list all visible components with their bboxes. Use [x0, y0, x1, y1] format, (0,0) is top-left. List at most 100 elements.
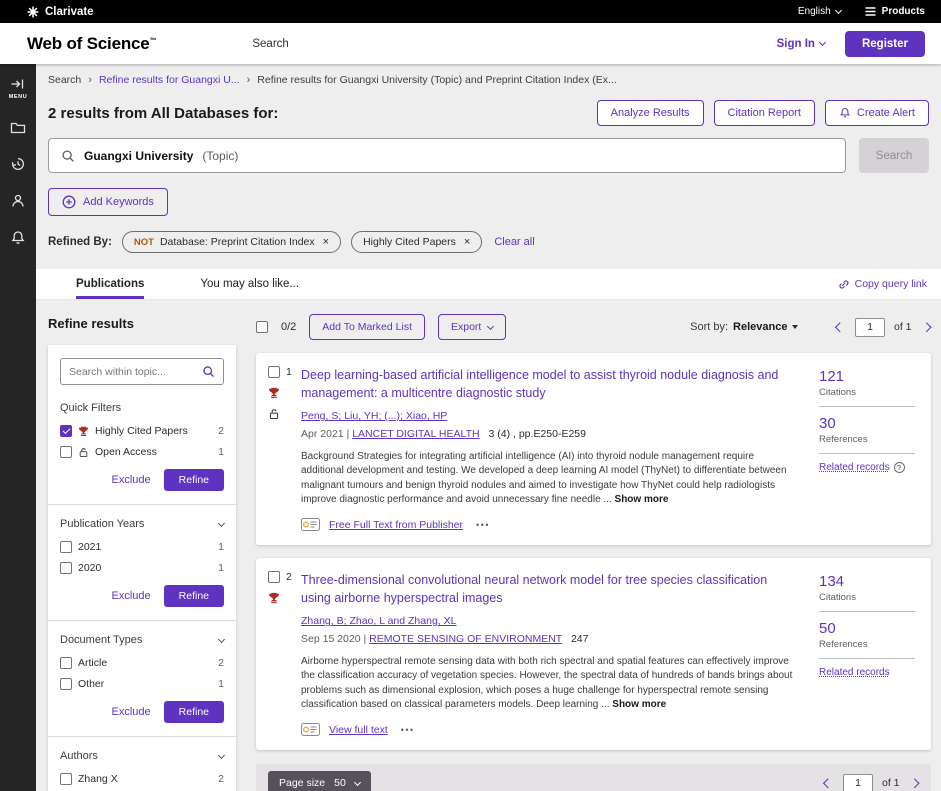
filter-item-author[interactable]: Zhang X 2: [60, 773, 224, 785]
related-records-link[interactable]: Related records: [819, 462, 890, 473]
previous-page-button[interactable]: [835, 322, 846, 333]
language-selector[interactable]: English: [798, 6, 841, 17]
result-authors: Peng, S; Liu, YH; (...); Xiao, HP: [301, 410, 797, 422]
related-records-link[interactable]: Related records: [819, 667, 890, 678]
page-size-value: 50: [334, 777, 346, 789]
citations-count[interactable]: 121: [819, 368, 844, 385]
filter-checkbox[interactable]: [60, 425, 72, 437]
remove-filter-icon[interactable]: ×: [321, 237, 329, 248]
sort-control[interactable]: Sort by: Relevance: [690, 321, 798, 333]
result-journal-link[interactable]: REMOTE SENSING OF ENVIRONMENT: [369, 633, 562, 645]
researcher-profile-icon[interactable]: [10, 193, 26, 209]
filter-item-2021[interactable]: 2021 1: [60, 541, 224, 553]
filter-item-other[interactable]: Other 1: [60, 678, 224, 690]
left-navigation-rail: MENU: [0, 64, 36, 791]
filter-item-article[interactable]: Article 2: [60, 657, 224, 669]
not-operator-label: NOT: [134, 237, 154, 248]
result-authors-link[interactable]: Zhang, B; Zhao, L and Zhang, XL: [301, 615, 456, 627]
more-actions-button[interactable]: •••: [472, 520, 494, 530]
search-within-topic-input[interactable]: [69, 366, 196, 378]
products-menu[interactable]: Products: [865, 6, 925, 17]
create-alert-button[interactable]: Create Alert: [825, 100, 929, 126]
copy-query-link[interactable]: Copy query link: [837, 278, 927, 291]
products-label: Products: [882, 6, 925, 17]
refine-button[interactable]: Refine: [164, 701, 224, 723]
next-page-button[interactable]: [909, 778, 920, 789]
show-more-link[interactable]: Show more: [615, 494, 669, 505]
breadcrumb-refine-link[interactable]: Refine results for Guangxi U...: [99, 74, 240, 86]
select-all-checkbox[interactable]: [256, 321, 268, 333]
filter-checkbox[interactable]: [60, 446, 72, 458]
filter-checkbox[interactable]: [60, 541, 72, 553]
language-label: English: [798, 6, 831, 17]
filter-checkbox[interactable]: [60, 678, 72, 690]
divider: [819, 658, 915, 659]
breadcrumb-search-link[interactable]: Search: [48, 74, 81, 86]
more-actions-button[interactable]: •••: [397, 725, 419, 735]
references-label: References: [819, 434, 915, 445]
result-checkbox[interactable]: [268, 366, 280, 378]
filter-checkbox[interactable]: [60, 773, 72, 785]
search-submit-button[interactable]: Search: [859, 138, 929, 173]
authors-section-header[interactable]: Authors: [60, 750, 224, 762]
search-history-icon[interactable]: [10, 156, 26, 172]
page-total-label: of 1: [894, 321, 912, 333]
full-text-link[interactable]: View full text: [329, 724, 388, 736]
add-keywords-button[interactable]: Add Keywords: [48, 188, 168, 216]
tab-you-may-also-like[interactable]: You may also like...: [200, 269, 299, 299]
filter-label: Highly Cited Papers: [95, 425, 212, 437]
search-query-input[interactable]: Guangxi University (Topic): [48, 138, 846, 173]
citations-count[interactable]: 134: [819, 573, 844, 590]
export-button[interactable]: Export: [438, 314, 506, 340]
clarivate-brand[interactable]: Clarivate: [27, 6, 94, 18]
citation-report-button[interactable]: Citation Report: [714, 100, 815, 126]
web-of-science-logo[interactable]: Web of Science™: [27, 34, 156, 54]
help-question-icon[interactable]: ?: [894, 462, 905, 473]
analyze-results-button[interactable]: Analyze Results: [597, 100, 704, 126]
page-number-input[interactable]: 1: [855, 318, 885, 337]
search-icon[interactable]: [202, 365, 215, 378]
exclude-link[interactable]: Exclude: [112, 706, 151, 718]
exclude-link[interactable]: Exclude: [112, 474, 151, 486]
menu-expand-button[interactable]: MENU: [9, 77, 28, 100]
search-within-topic-field[interactable]: [60, 358, 224, 385]
result-journal-link[interactable]: LANCET DIGITAL HEALTH: [352, 428, 479, 440]
remove-filter-icon[interactable]: ×: [462, 237, 470, 248]
filter-item-open-access[interactable]: Open Access 1: [60, 446, 224, 458]
add-to-marked-list-button[interactable]: Add To Marked List: [309, 314, 425, 340]
document-types-section-header[interactable]: Document Types: [60, 634, 224, 646]
publication-years-section-header[interactable]: Publication Years: [60, 518, 224, 530]
filter-checkbox[interactable]: [60, 657, 72, 669]
page-size-selector[interactable]: Page size 50: [268, 771, 371, 791]
refine-button[interactable]: Refine: [164, 469, 224, 491]
filter-checkbox[interactable]: [60, 562, 72, 574]
marked-list-folder-icon[interactable]: [10, 121, 26, 135]
result-stats: 121 Citations 30 References Related reco…: [819, 366, 915, 531]
filter-item-highly-cited[interactable]: Highly Cited Papers 2: [60, 425, 224, 437]
clear-all-filters-link[interactable]: Clear all: [494, 236, 534, 248]
web-of-science-app: Clarivate English Products Web of Scienc…: [0, 0, 941, 791]
page-number-input[interactable]: 1: [843, 774, 873, 791]
exclude-link[interactable]: Exclude: [112, 590, 151, 602]
refine-button[interactable]: Refine: [164, 585, 224, 607]
filter-item-2020[interactable]: 2020 1: [60, 562, 224, 574]
breadcrumb-separator-icon: ›: [88, 74, 92, 86]
result-source-line: Sep 15 2020 | REMOTE SENSING OF ENVIRONM…: [301, 633, 797, 645]
result-checkbox[interactable]: [268, 571, 280, 583]
result-title-link[interactable]: Deep learning-based artificial intellige…: [301, 366, 797, 402]
show-more-link[interactable]: Show more: [612, 699, 666, 710]
next-page-button[interactable]: [921, 322, 932, 333]
references-count[interactable]: 30: [819, 415, 836, 432]
alerts-bell-icon[interactable]: [10, 230, 26, 246]
tab-publications[interactable]: Publications: [76, 269, 144, 299]
result-authors-link[interactable]: Peng, S; Liu, YH; (...); Xiao, HP: [301, 410, 447, 422]
full-text-link[interactable]: Free Full Text from Publisher: [329, 519, 463, 531]
citations-label: Citations: [819, 592, 915, 603]
register-button[interactable]: Register: [845, 31, 925, 57]
previous-page-button[interactable]: [823, 778, 834, 789]
divider: [819, 406, 915, 407]
nav-search-link[interactable]: Search: [252, 38, 288, 50]
references-count[interactable]: 50: [819, 620, 836, 637]
result-title-link[interactable]: Three-dimensional convolutional neural n…: [301, 571, 797, 607]
sign-in-link[interactable]: Sign In: [777, 38, 825, 50]
